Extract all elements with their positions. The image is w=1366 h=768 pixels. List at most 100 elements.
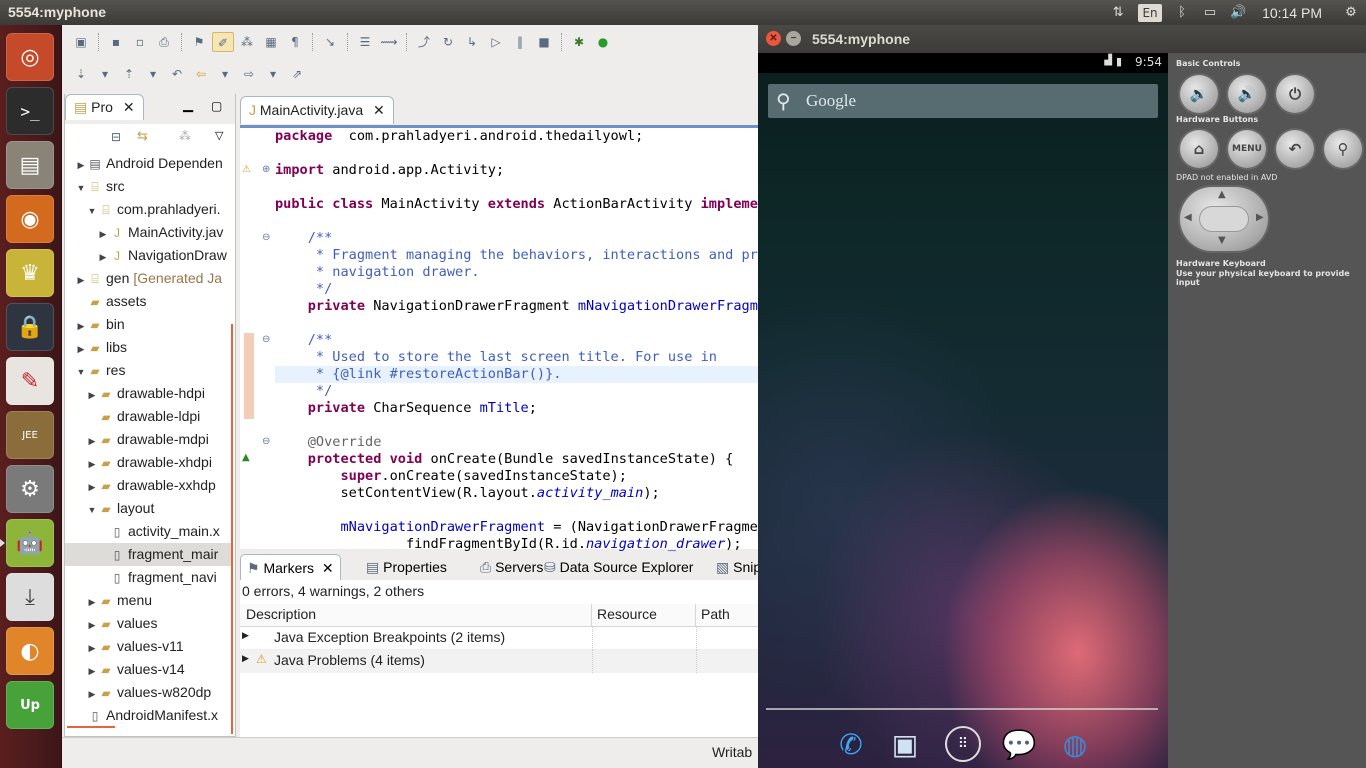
search-icon[interactable]: ⚲ — [1324, 130, 1362, 168]
phone-screen[interactable]: ▟ ▮ 9:54 ⚲ Google ✆ ▣ ⠿ 💬 ◍ — [758, 53, 1168, 768]
tree-item[interactable]: ▶ ▰ values-v11 — [65, 635, 231, 658]
tree-item[interactable]: ▶ ▰ libs — [65, 336, 231, 359]
code-line[interactable]: */ — [275, 281, 332, 298]
column-resource[interactable]: Resource — [592, 604, 696, 627]
expand-arrow-icon[interactable]: ▶ — [86, 476, 98, 497]
browser-icon[interactable]: ◍ — [1054, 724, 1096, 764]
terminate-icon[interactable]: ■ — [533, 32, 555, 52]
tree-item[interactable]: ▶ ▰ drawable-hdpi — [65, 382, 231, 405]
tree-item[interactable]: ▯ fragment_navi — [65, 566, 231, 589]
code-line[interactable]: * {@link #restoreActionBar()}. — [275, 366, 562, 383]
code-line[interactable]: @Override — [275, 434, 382, 451]
debug-icon[interactable]: ✱ — [568, 32, 590, 52]
tree-item[interactable]: ▼ ▰ res — [65, 359, 231, 382]
dpad-left-icon[interactable]: ◀ — [1184, 212, 1192, 223]
tree-item[interactable]: ▶ ▤ Android Dependen — [65, 152, 231, 175]
tree-item[interactable]: ▶ ⌸ gen [Generated Ja — [65, 267, 231, 290]
volume-icon[interactable]: 🔊 — [1224, 5, 1252, 20]
tree-item[interactable]: ▯ AndroidManifest.x — [65, 704, 231, 727]
tree-item[interactable]: ▶ ▰ drawable-xhdpi — [65, 451, 231, 474]
code-line[interactable]: /** — [275, 230, 333, 247]
tab-properties[interactable]: ▤ Properties — [360, 554, 453, 580]
close-icon[interactable]: ✕ — [766, 31, 781, 46]
home-icon[interactable]: ⌂ — [1180, 130, 1218, 168]
tree-item[interactable]: ▶ J NavigationDraw — [65, 244, 231, 267]
cup-icon[interactable]: ♛ — [6, 249, 54, 297]
close-icon[interactable]: ✕ — [318, 560, 334, 576]
expand-arrow-icon[interactable]: ▶ — [75, 338, 87, 359]
link-icon[interactable]: ⤴ — [413, 32, 435, 52]
menu-button[interactable]: MENU — [1228, 130, 1266, 168]
tree-item[interactable]: ▯ fragment_mair — [65, 543, 231, 566]
expand-arrow-icon[interactable]: ▶ — [86, 660, 98, 681]
external-icon[interactable]: ⇗ — [286, 64, 308, 84]
tab-mainactivity[interactable]: J MainActivity.java ✕ — [240, 96, 394, 124]
javaee-ide-icon[interactable]: JEE — [6, 411, 54, 459]
expand-arrow-icon[interactable]: ▶ — [75, 154, 87, 175]
step-icon[interactable]: ↳ — [461, 32, 483, 52]
collapse-arrow-icon[interactable]: ▼ — [75, 361, 87, 382]
back-icon[interactable]: ⇦ — [190, 64, 212, 84]
pin-icon[interactable]: ↘ — [319, 32, 341, 52]
expand-arrow-icon[interactable]: ▶ — [86, 683, 98, 704]
collapse-all-icon[interactable]: ⊟ — [111, 130, 121, 144]
expand-arrow-icon[interactable]: ▶ — [75, 315, 87, 336]
link-editor-icon[interactable]: ⇆ — [137, 129, 148, 144]
dpad-up-icon[interactable]: ▲ — [1218, 189, 1226, 200]
expand-arrow-icon[interactable]: ▶ — [86, 637, 98, 658]
tree-item[interactable]: ▶ ▰ drawable-xxhdp — [65, 474, 231, 497]
file-manager-icon[interactable]: ▤ — [6, 141, 54, 189]
close-icon[interactable]: ✕ — [373, 102, 385, 118]
code-line[interactable]: /** — [275, 332, 333, 349]
code-line[interactable]: package com.prahladyeri.android.thedaily… — [275, 128, 643, 145]
sdk-manager-icon[interactable]: ⚑ — [188, 32, 210, 52]
tree-item[interactable]: ▼ ⌸ src — [65, 175, 231, 198]
last-edit-icon[interactable]: ↶ — [166, 64, 188, 84]
collapse-icon[interactable]: ⊖ — [262, 232, 270, 243]
code-line[interactable]: public class MainActivity extends Action… — [275, 196, 774, 213]
tab-data-source-explorer[interactable]: ⛁ Data Source Explorer — [538, 554, 699, 580]
lock-icon[interactable]: 🔒 — [6, 303, 54, 351]
code-line[interactable]: setContentView(R.layout.activity_main); — [275, 485, 659, 502]
table-row[interactable]: ▶ ⚠ Java Problems (4 items) — [240, 650, 758, 673]
dpad-down-icon[interactable]: ▼ — [1218, 235, 1226, 246]
maximize-icon[interactable]: ▢ — [211, 99, 222, 113]
refactor-icon[interactable]: ⟿ — [378, 32, 400, 52]
minimize-icon[interactable]: − — [786, 31, 801, 46]
prev-annotation-icon[interactable]: ⇡ — [118, 64, 140, 84]
tree-item[interactable]: ▰ drawable-ldpi — [65, 405, 231, 428]
expand-arrow-icon[interactable]: ▶ — [86, 591, 98, 612]
save-all-icon[interactable]: ▫ — [129, 32, 151, 52]
paragraph-icon[interactable]: ¶ — [284, 32, 306, 52]
column-description[interactable]: Description — [240, 604, 592, 627]
tree-item[interactable]: ▶ ▰ values-w820dp — [65, 681, 231, 704]
refresh-icon[interactable]: ↻ — [437, 32, 459, 52]
collapse-arrow-icon[interactable]: ▼ — [86, 499, 98, 520]
code-line[interactable]: * Used to store the last screen title. F… — [275, 349, 717, 366]
focus-icon[interactable]: ⁂ — [179, 129, 191, 143]
tree-item[interactable]: ▶ ▰ menu — [65, 589, 231, 612]
tree-item[interactable]: ▼ ▰ layout — [65, 497, 231, 520]
dropdown-arrow-icon[interactable]: ▾ — [262, 64, 284, 84]
dropdown-arrow-icon[interactable]: ▾ — [94, 64, 116, 84]
collapse-arrow-icon[interactable]: ▼ — [75, 177, 87, 198]
battery-icon[interactable]: ▭ — [1196, 5, 1224, 20]
sound-juicer-icon[interactable]: ◐ — [6, 627, 54, 675]
minimize-icon[interactable]: ▁ — [183, 98, 193, 113]
dpad-control[interactable]: ▲ ▼ ◀ ▶ — [1180, 187, 1268, 251]
next-annotation-icon[interactable]: ⇣ — [70, 64, 92, 84]
forward-icon[interactable]: ⇨ — [238, 64, 260, 84]
close-icon[interactable]: ✕ — [123, 99, 135, 115]
code-editor[interactable]: ⊕ ⚠ ⊖ ⊖ ⊖ ▲ package com.prahladyeri.andr… — [240, 125, 774, 552]
phone-icon[interactable]: ✆ — [830, 724, 872, 764]
code-line[interactable]: protected void onCreate(Bundle savedInst… — [275, 451, 734, 468]
tree-item[interactable]: ▰ assets — [65, 290, 231, 313]
tool-icon[interactable]: ⁂ — [236, 32, 258, 52]
suspend-icon[interactable]: ‖ — [509, 32, 531, 52]
volume-up-icon[interactable]: 🔊 — [1228, 75, 1266, 113]
code-line[interactable]: * navigation drawer. — [275, 264, 480, 281]
resume-icon[interactable]: ▷ — [485, 32, 507, 52]
code-line[interactable]: import android.app.Activity; — [275, 162, 504, 179]
view-menu-icon[interactable]: ▽ — [215, 129, 223, 142]
android-icon[interactable]: 🤖 — [0, 519, 54, 567]
